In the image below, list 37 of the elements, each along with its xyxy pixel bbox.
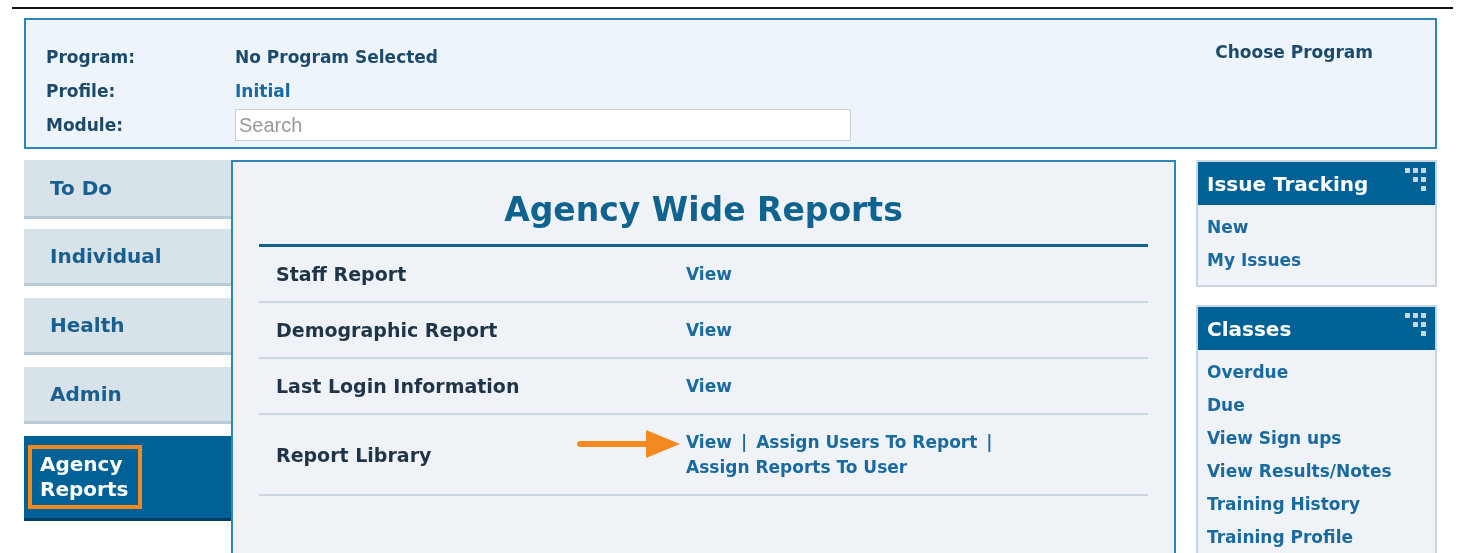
report-link[interactable]: Assign Users To Report [756,429,978,455]
nav-tab[interactable]: To Do [24,160,231,219]
widget-title: Issue Tracking [1207,171,1369,196]
widget-link[interactable]: Training History [1207,492,1426,525]
report-name: Last Login Information [276,375,521,397]
report-link[interactable]: Assign Reports To User [686,454,908,480]
report-link[interactable]: View [686,373,732,399]
nav-tab[interactable]: Admin [24,367,231,424]
widget-link[interactable]: Training Profile [1207,525,1426,553]
widget-link[interactable]: Due [1207,393,1426,426]
field-label: Profile: [46,81,117,101]
grip-icon[interactable] [1405,313,1427,337]
link-separator: | [740,430,748,454]
widget-link[interactable]: New [1207,215,1426,248]
profile-link[interactable]: Initial [235,81,291,101]
report-name: Report Library [276,443,433,466]
link-separator: | [986,430,993,454]
nav-tab[interactable]: Agency Reports [24,436,231,521]
nav-tab[interactable]: Health [24,298,231,355]
report-link[interactable]: View [686,429,732,455]
grip-icon[interactable] [1405,168,1427,192]
report-name: Demographic Report [276,319,499,341]
widget-link[interactable]: My Issues [1207,248,1426,281]
page-title: Agency Wide Reports [259,188,1148,247]
choose-program-link[interactable]: Choose Program [1215,42,1373,66]
field-label: Program: [46,47,137,67]
report-name: Staff Report [276,263,408,285]
search-field[interactable]: Search [235,109,851,141]
widget-link[interactable]: View Results/Notes [1207,459,1426,492]
widget-title: Classes [1207,316,1292,341]
widget-link[interactable]: Overdue [1207,360,1426,393]
nav-tab[interactable]: Individual [24,229,231,286]
report-link[interactable]: View [686,261,732,287]
widget-link[interactable]: View Sign ups [1207,426,1426,459]
report-link[interactable]: View [686,317,732,343]
program-value: No Program Selected [235,47,439,67]
field-label: Module: [46,115,125,135]
